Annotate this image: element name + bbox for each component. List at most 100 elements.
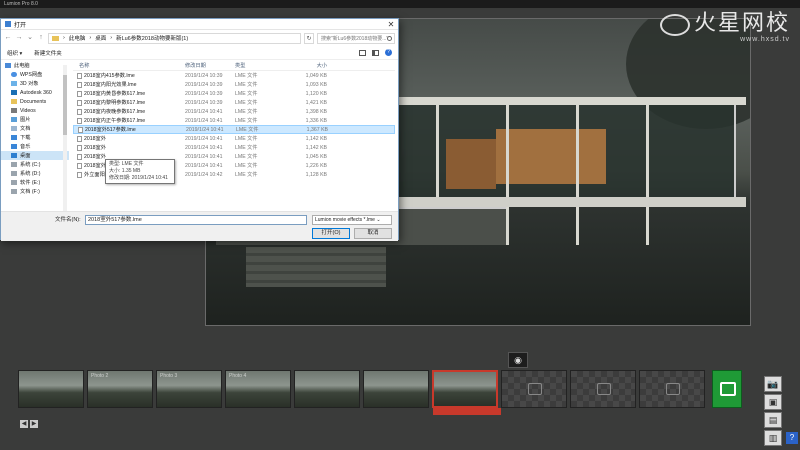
file-row[interactable]: 2018室外 2019/1/24 10:41 LME 文件 1,142 KB (73, 143, 395, 152)
filmstrip-thumb[interactable] (363, 370, 429, 408)
filmstrip-empty-slot[interactable] (501, 370, 567, 408)
column-headers: 名称 修改日期 类型 大小 (73, 61, 395, 71)
help-icon[interactable]: ? (385, 49, 392, 56)
logo-mark (660, 14, 690, 36)
building-column (506, 105, 509, 245)
nav-item[interactable]: 系统 (C:) (1, 160, 69, 169)
column-header-type[interactable]: 类型 (235, 62, 287, 69)
back-icon[interactable]: ← (4, 34, 12, 42)
breadcrumb-item[interactable]: 桌面 (95, 34, 106, 42)
add-scene-button[interactable] (712, 370, 742, 408)
cube-icon (11, 81, 17, 86)
settings-tool-icon[interactable]: ▥ (764, 430, 782, 446)
toolbar-right: ? (359, 49, 392, 56)
file-row[interactable]: 2018室内夜晚参数617.lme 2019/1/24 10:41 LME 文件 1,… (73, 107, 395, 116)
up-icon[interactable]: ↑ (37, 34, 45, 42)
file-row[interactable]: 2018室内正午参数617.lme 2019/1/24 10:41 LME 文件 1,… (73, 116, 395, 125)
drive-icon (11, 171, 17, 176)
folder-icon (52, 35, 59, 41)
view-options-icon[interactable] (359, 49, 366, 56)
autodesk-icon (11, 90, 17, 95)
refresh-icon[interactable]: ↻ (304, 32, 314, 44)
cloud-icon (11, 72, 17, 77)
filmstrip-thumb[interactable] (294, 370, 360, 408)
camera-icon (597, 383, 611, 395)
file-row[interactable]: 2018室内黎明参数617.lme 2019/1/24 10:39 LME 文件 1,… (73, 98, 395, 107)
camera-icon[interactable]: ◉ (508, 352, 528, 368)
column-header-name[interactable]: 名称 (73, 62, 185, 69)
organize-button[interactable]: 组织 ▾ (7, 49, 22, 57)
file-row[interactable]: 2018室外 2019/1/24 10:41 LME 文件 1,142 KB (73, 134, 395, 143)
nav-item[interactable]: Documents (1, 97, 69, 106)
file-type: LME 文件 (235, 136, 258, 142)
nav-scrollbar[interactable] (63, 65, 67, 211)
file-date: 2019/1/24 10:41 (185, 135, 223, 142)
filmstrip-empty-slot[interactable] (639, 370, 705, 408)
new-folder-button[interactable]: 新建文件夹 (34, 49, 62, 57)
nav-item-selected[interactable]: 桌面 (1, 151, 69, 160)
prev-page-icon[interactable]: ◀ (20, 420, 28, 428)
filmstrip: Photo 2 Photo 3 Photo 4 (18, 370, 748, 408)
save-tool-icon[interactable]: ▣ (764, 394, 782, 410)
nav-item[interactable]: 文档 (1, 124, 69, 133)
file-type: LME 文件 (235, 82, 258, 88)
file-name: 2018室内正午参数617.lme (73, 117, 185, 124)
filmstrip-thumb[interactable]: Photo 3 (156, 370, 222, 408)
breadcrumb-item[interactable]: 新Lu6参数2018动物要新版(1) (116, 34, 188, 42)
file-date: 2019/1/24 10:41 (185, 108, 223, 115)
filetype-select[interactable]: Lumion movie effects *.lme ⌄ (312, 215, 392, 225)
breadcrumb-item[interactable]: 此电脑 (69, 34, 86, 42)
address-bar[interactable]: › 此电脑 › 桌面 › 新Lu6参数2018动物要新版(1) (48, 32, 301, 44)
file-date: 2019/1/24 10:39 (185, 72, 223, 79)
file-row[interactable]: 2018室内黄昏参数617.lme 2019/1/24 10:39 LME 文件 1,… (73, 89, 395, 98)
filmstrip-thumb[interactable] (18, 370, 84, 408)
nav-item[interactable]: Videos (1, 106, 69, 115)
column-header-date[interactable]: 修改日期 (185, 62, 235, 69)
file-name: 2018室内415参数.lme (73, 72, 185, 79)
file-size: 1,128 KB (305, 171, 327, 178)
forward-icon[interactable]: → (15, 34, 23, 42)
scrollbar-thumb[interactable] (63, 75, 67, 135)
nav-item[interactable]: WPS网盘 (1, 70, 69, 79)
nav-item[interactable]: 系统 (D:) (1, 169, 69, 178)
export-tool-icon[interactable]: ▤ (764, 412, 782, 428)
filmstrip-empty-slot[interactable] (570, 370, 636, 408)
column-header-size[interactable]: 大小 (287, 62, 327, 69)
nav-item[interactable]: 文档 (F:) (1, 187, 69, 196)
help-button[interactable]: ? (786, 432, 798, 444)
file-date: 2019/1/24 10:41 (186, 126, 224, 133)
chevron-down-icon[interactable]: ⌄ (26, 34, 34, 42)
file-name: 2018室内阳光效果.lme (73, 81, 185, 88)
filmstrip-thumb-selected[interactable] (432, 370, 498, 408)
next-page-icon[interactable]: ▶ (30, 420, 38, 428)
close-icon[interactable]: ✕ (384, 19, 398, 30)
nav-item[interactable]: 此电脑 (1, 61, 69, 70)
cancel-button[interactable]: 取消 (354, 228, 392, 239)
nav-item[interactable]: 音乐 (1, 142, 69, 151)
open-button[interactable]: 打开(O) (312, 228, 350, 239)
file-row[interactable]: 2018室内阳光效果.lme 2019/1/24 10:39 LME 文件 1,093… (73, 80, 395, 89)
nav-item[interactable]: Autodesk 360 (1, 88, 69, 97)
drive-icon (11, 180, 17, 185)
folder-icon (11, 99, 17, 104)
file-type: LME 文件 (236, 127, 259, 133)
file-size: 1,093 KB (305, 81, 327, 88)
file-type: LME 文件 (235, 100, 258, 106)
filmstrip-thumb[interactable]: Photo 4 (225, 370, 291, 408)
file-size: 1,398 KB (305, 108, 327, 115)
file-row-selected[interactable]: 2018室外517参数.lme 2019/1/24 10:41 LME 文件 1,36… (73, 125, 395, 134)
building-column (646, 105, 649, 245)
nav-item[interactable]: 软件 (E:) (1, 178, 69, 187)
search-input[interactable]: 搜索"新Lu6参数2018动物要..." (317, 32, 395, 44)
filename-input[interactable]: 2018室外517参数.lme (85, 215, 307, 225)
dialog-footer: 文件名(N): 2018室外517参数.lme Lumion movie eff… (1, 211, 398, 241)
filmstrip-thumb[interactable]: Photo 2 (87, 370, 153, 408)
nav-item[interactable]: 下载 (1, 133, 69, 142)
file-type: LME 文件 (235, 145, 258, 151)
preview-pane-icon[interactable] (372, 49, 379, 56)
nav-item[interactable]: 3D 对象 (1, 79, 69, 88)
nav-item[interactable]: 图片 (1, 115, 69, 124)
file-type: LME 文件 (235, 154, 258, 160)
file-row[interactable]: 2018室内415参数.lme 2019/1/24 10:39 LME 文件 1,04… (73, 71, 395, 80)
camera-tool-icon[interactable]: 📷 (764, 376, 782, 392)
